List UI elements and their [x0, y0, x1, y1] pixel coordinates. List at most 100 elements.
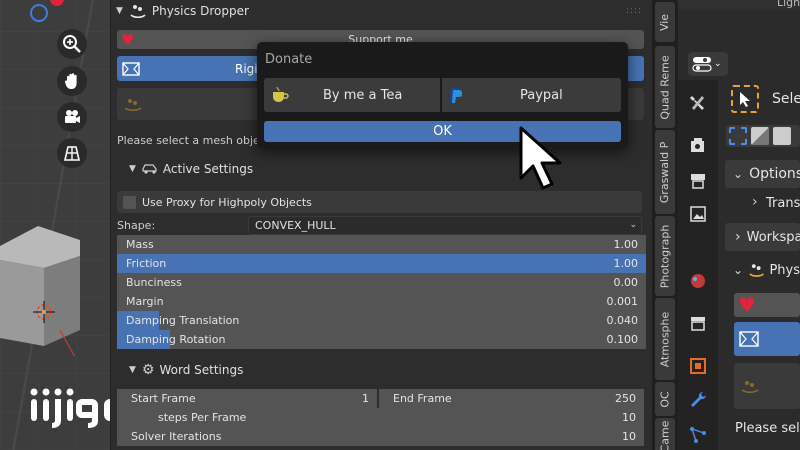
substeps-value: 10	[622, 411, 636, 424]
drop-button[interactable]	[734, 363, 800, 409]
select-new-icon[interactable]	[729, 127, 747, 145]
chevron-down-icon: ⌄	[733, 167, 744, 181]
substeps-field[interactable]: steps Per Frame 10	[117, 408, 644, 427]
sidebar-tab-label: Photograph	[658, 224, 672, 288]
viewport-grid	[0, 0, 110, 450]
sidebar-tab[interactable]: Came	[655, 418, 675, 450]
proxy-checkbox-row[interactable]: Use Proxy for Highpoly Objects	[117, 191, 642, 213]
ok-button[interactable]: OK	[264, 121, 621, 142]
options-label: Options	[749, 166, 800, 182]
collapse-arrow-icon[interactable]: ▼	[116, 6, 123, 16]
zoom-icon[interactable]	[57, 29, 87, 59]
collapse-arrow-icon[interactable]: ▼	[129, 164, 136, 174]
sidebar-tab[interactable]: Quad Reme	[655, 46, 675, 128]
selection-cursor-tool[interactable]	[731, 85, 759, 113]
chevron-right-icon[interactable]: ›	[752, 194, 758, 210]
rigid-body-button[interactable]	[734, 322, 800, 356]
sidebar-tab[interactable]: Vie	[655, 2, 675, 42]
collapse-arrow-icon[interactable]: ▼	[129, 365, 136, 375]
chevron-down-icon: ⌄	[714, 59, 722, 69]
select-extend-icon[interactable]	[751, 127, 769, 145]
substeps-label: steps Per Frame	[158, 411, 247, 424]
workspace-panel[interactable]: › Workspa	[725, 223, 800, 251]
render-icon[interactable]	[688, 136, 708, 156]
workspace-label: Workspa	[746, 229, 800, 245]
physics-panel-header[interactable]: ⌄ Phys	[725, 256, 800, 284]
default-cube[interactable]	[0, 226, 80, 356]
modifier-wrench-icon[interactable]	[688, 390, 708, 410]
shape-dropdown[interactable]: CONVEX_HULL ⌄	[248, 215, 642, 235]
grid-view-icon[interactable]	[57, 138, 87, 168]
sidebar-tab[interactable]: Graswald P	[655, 130, 675, 214]
word-settings-header[interactable]: ▼ ⚙ Word Settings	[111, 359, 652, 381]
support-heart-button[interactable]: ♥	[734, 293, 800, 317]
mouse-cursor-icon	[519, 126, 562, 190]
property-slider[interactable]: Friction 1.00	[117, 254, 646, 273]
panel-header[interactable]: ▼ Physics Dropper ::::	[111, 0, 652, 22]
hand-pan-icon[interactable]	[57, 66, 87, 96]
tea-label: By me a Tea	[323, 87, 403, 103]
paypal-label: Paypal	[520, 87, 563, 103]
shape-label: Shape:	[117, 218, 156, 232]
particles-icon[interactable]	[688, 425, 708, 445]
transform-label: Trans	[766, 196, 800, 211]
sidebar-tab[interactable]: OC	[655, 382, 675, 416]
property-label: Friction	[126, 257, 167, 270]
gizmo-blue-circle	[30, 4, 48, 22]
property-value: 0.00	[613, 276, 639, 289]
property-label: Bunciness	[126, 276, 182, 289]
solver-iterations-field[interactable]: Solver Iterations 10	[117, 427, 644, 446]
3d-viewport[interactable]	[0, 0, 110, 450]
property-slider[interactable]: Damping Translation 0.040	[117, 311, 646, 330]
physics-dropper-icon	[749, 264, 765, 277]
gear-icon: ⚙	[141, 362, 155, 378]
physics-label: Phys	[769, 262, 800, 278]
selection-mode-buttons[interactable]	[726, 125, 800, 147]
toggle-icon	[692, 57, 712, 72]
property-value: 0.100	[606, 333, 639, 346]
shape-row: Shape: CONVEX_HULL ⌄	[111, 214, 652, 236]
active-settings-header[interactable]: ▼ Active Settings	[111, 158, 652, 180]
property-value: 1.00	[613, 257, 639, 270]
sidebar-tab[interactable]: Atmosphe	[655, 298, 675, 380]
proxy-checkbox[interactable]	[123, 195, 136, 209]
options-panel[interactable]: ⌄ Options	[725, 160, 800, 188]
select-label: Sele	[772, 91, 800, 107]
chevron-down-icon: ⌄	[733, 263, 744, 277]
start-frame-value: 1	[362, 392, 369, 405]
editor-type-toggle[interactable]: ⌄	[688, 52, 728, 76]
sidebar-tab-label: Came	[658, 420, 672, 450]
sidebar-tabs: Vie Quad Reme Graswald P Photograph Atmosphe…	[652, 0, 678, 450]
top-bar-label: Ligh	[777, 0, 800, 9]
buy-me-a-tea-button[interactable]: By me a Tea	[264, 78, 440, 112]
select-subtract-icon[interactable]	[773, 127, 791, 145]
drag-handle-icon[interactable]: ::::	[626, 6, 642, 16]
rigid-body-icon	[122, 61, 140, 76]
physics-dropper-icon	[130, 5, 146, 19]
sidebar-tab-label: Atmosphe	[658, 311, 672, 367]
object-icon[interactable]	[688, 356, 708, 376]
collection-icon[interactable]	[688, 313, 708, 333]
solver-iterations-label: Solver Iterations	[131, 430, 222, 443]
property-slider[interactable]: Mass 1.00	[117, 235, 646, 254]
start-frame-field[interactable]: Start Frame 1	[117, 389, 377, 408]
world-icon[interactable]	[688, 271, 708, 291]
end-frame-field[interactable]: End Frame 250	[379, 389, 644, 408]
property-slider[interactable]: Bunciness 0.00	[117, 273, 646, 292]
tool-settings-icon[interactable]	[688, 94, 708, 114]
physics-drop-icon	[741, 381, 759, 394]
status-text: Please select a mesh objec	[117, 133, 266, 147]
sidebar-tab[interactable]: Photograph	[655, 216, 675, 296]
rigid-body-icon	[739, 331, 759, 347]
property-label: Damping Rotation	[126, 333, 226, 346]
property-slider[interactable]: Damping Rotation 0.100	[117, 330, 646, 349]
chevron-down-icon: ⌄	[629, 220, 637, 230]
output-icon[interactable]	[688, 171, 708, 191]
chevron-right-icon: ›	[735, 229, 741, 245]
camera-icon[interactable]	[57, 102, 87, 132]
active-settings-title: Active Settings	[162, 162, 254, 176]
view-layer-icon[interactable]	[688, 204, 708, 224]
property-value: 0.040	[606, 314, 639, 327]
property-slider[interactable]: Margin 0.001	[117, 292, 646, 311]
paypal-button[interactable]: Paypal	[442, 78, 621, 112]
